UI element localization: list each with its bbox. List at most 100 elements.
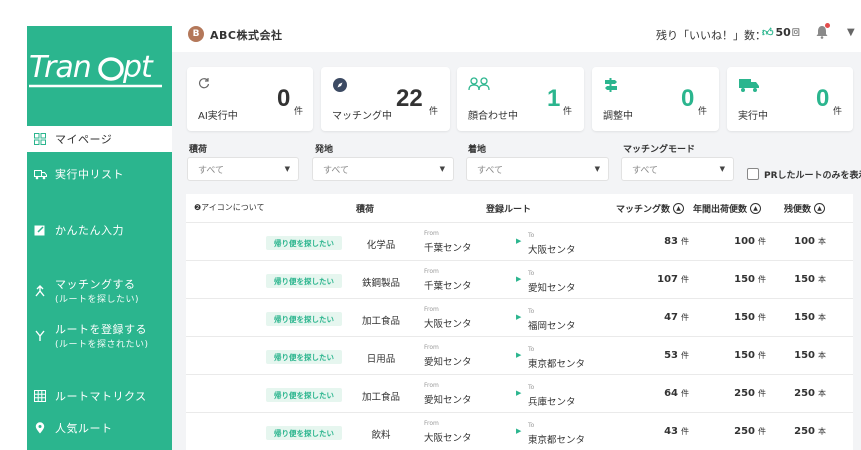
to-label: To (528, 422, 535, 429)
status-card-unit: 件 (833, 107, 843, 117)
column-header-label: マッチング数 (616, 205, 671, 215)
from-label: From (424, 382, 439, 389)
column-header-label: 残便数 (784, 205, 812, 215)
grid-icon (31, 133, 49, 145)
status-card-value: 22 (396, 85, 423, 112)
remaining-count-unit: 本 (818, 275, 826, 284)
remaining-count: 150 本 (776, 350, 826, 361)
filter-select-destination[interactable]: すべて ▼ (466, 157, 609, 181)
sidebar-item-text: ルートを登録する (ルートを探されたい) (55, 321, 149, 350)
annual-count-unit: 件 (758, 427, 766, 436)
pin-icon (31, 422, 49, 434)
status-card-executing[interactable]: 実行中 0 件 (727, 67, 853, 131)
sidebar: Tran pt マイページ 実行中リスト かんたん入力 マッチングする (ルート… (27, 26, 172, 450)
tranopt-logo: Tran pt (27, 40, 172, 104)
cargo-cell: 加工食品 (361, 316, 400, 327)
chevron-down-icon[interactable]: ▼ (847, 27, 855, 38)
table-row[interactable]: 帰り便を探したい 日用品 From 愛知センタ ▶ To 東京都センタ 53 件 … (186, 336, 853, 374)
to-value: 東京都センタ (528, 435, 586, 446)
svg-text:pt: pt (122, 50, 154, 85)
remaining-count-value: 150 (794, 312, 815, 323)
remaining-count-value: 150 (794, 274, 815, 285)
matching-count-value: 107 (657, 274, 678, 285)
status-card-adjusting[interactable]: 調整中 0 件 (592, 67, 719, 131)
arrow-right-icon: ▶ (516, 351, 522, 359)
filter-select-value: すべて (632, 165, 659, 176)
likes-remaining-count: 👍︎ 50 回 (762, 26, 800, 39)
sidebar-item-matching[interactable]: マッチングする (ルートを探したい) (27, 276, 172, 305)
table-row[interactable]: 帰り便を探したい 化学品 From 千葉センタ ▶ To 大阪センタ 83 件 1… (186, 222, 853, 260)
matching-count-unit: 件 (681, 275, 689, 284)
status-card-matching[interactable]: マッチング中 22 件 (321, 67, 450, 131)
caret-down-icon: ▼ (284, 165, 290, 173)
matching-count-unit: 件 (681, 351, 689, 360)
icon-help-link[interactable]: ❷アイコンについて (194, 202, 265, 213)
table-row[interactable]: 帰り便を探したい 加工食品 From 愛知センタ ▶ To 兵庫センタ 64 件 … (186, 374, 853, 412)
filter-select-cargo[interactable]: すべて ▼ (187, 157, 299, 181)
column-header-annual[interactable]: 年間出荷便数 ▲ (693, 202, 762, 215)
cargo-cell: 日用品 (366, 354, 396, 365)
arrow-right-icon: ▶ (516, 237, 522, 245)
matching-count: 64 件 (641, 388, 689, 399)
remaining-count: 150 本 (776, 312, 826, 323)
to-label: To (528, 384, 535, 391)
sidebar-item-easy-input[interactable]: かんたん入力 (27, 222, 172, 238)
matching-count-unit: 件 (681, 389, 689, 398)
table-row[interactable]: 帰り便を探したい 飲料 From 大阪センタ ▶ To 東京都センタ 43 件 2… (186, 412, 853, 450)
status-card-meeting[interactable]: 顔合わせ中 1 件 (457, 67, 584, 131)
return-trip-tag: 帰り便を探したい (266, 236, 342, 250)
status-card-ai-running[interactable]: AI実行中 0 件 (187, 67, 313, 131)
filter-select-matching-mode[interactable]: すべて ▼ (621, 157, 734, 181)
match-icon (31, 284, 49, 297)
filter-label-origin: 発地 (315, 145, 334, 155)
sidebar-item-label: ルートを登録する (55, 323, 147, 336)
from-value: 愛知センタ (424, 357, 472, 368)
annual-count-value: 250 (734, 426, 755, 437)
status-card-unit: 件 (563, 107, 573, 117)
return-trip-tag: 帰り便を探したい (266, 426, 342, 440)
filter-label-matching-mode: マッチングモード (623, 145, 696, 155)
annual-count: 150 件 (716, 274, 766, 285)
status-card-label: 調整中 (603, 111, 633, 122)
table-row[interactable]: 帰り便を探したい 加工食品 From 大阪センタ ▶ To 福岡センタ 47 件 … (186, 298, 853, 336)
sidebar-item-route-matrix[interactable]: ルートマトリクス (27, 388, 172, 404)
annual-count-unit: 件 (758, 351, 766, 360)
sidebar-item-sublabel: (ルートを探されたい) (55, 340, 149, 350)
from-value: 千葉センタ (424, 243, 472, 254)
sidebar-item-mypage[interactable]: マイページ (27, 126, 172, 152)
sort-icon[interactable]: ▲ (673, 203, 685, 214)
annual-count-unit: 件 (758, 275, 766, 284)
remaining-count-value: 100 (794, 236, 815, 247)
status-card-label: マッチング中 (332, 111, 392, 122)
return-trip-tag: 帰り便を探したい (266, 312, 342, 326)
sort-icon[interactable]: ▲ (750, 203, 762, 214)
sidebar-item-label: マッチングする (55, 278, 136, 291)
status-card-value: 0 (681, 85, 695, 112)
cargo-cell: 飲料 (371, 430, 391, 441)
arrow-right-icon: ▶ (516, 389, 522, 397)
column-header-route: 登録ルート (486, 205, 532, 215)
sidebar-item-popular-routes[interactable]: 人気ルート (27, 420, 172, 436)
column-header-matching[interactable]: マッチング数 ▲ (616, 202, 685, 215)
filter-select-value: すべて (477, 165, 504, 176)
return-trip-tag: 帰り便を探したい (266, 274, 342, 288)
table-row[interactable]: 帰り便を探したい 鉄鋼製品 From 千葉センタ ▶ To 愛知センタ 107 件… (186, 260, 853, 298)
remaining-count-unit: 本 (818, 237, 826, 246)
sidebar-item-text: マッチングする (ルートを探したい) (55, 276, 139, 305)
annual-count-value: 250 (734, 388, 755, 399)
pr-only-checkbox[interactable] (747, 168, 759, 180)
sort-icon[interactable]: ▲ (814, 203, 826, 214)
arrow-right-icon: ▶ (516, 275, 522, 283)
column-header-remaining[interactable]: 残便数 ▲ (784, 202, 826, 215)
column-header-cargo: 積荷 (356, 205, 375, 215)
matching-count: 53 件 (641, 350, 689, 361)
column-header-label: 年間出荷便数 (693, 205, 748, 215)
sidebar-item-running-list[interactable]: 実行中リスト (27, 166, 172, 182)
likes-remaining-label: 残り「いいね！」数： (656, 29, 766, 42)
sidebar-item-register-route[interactable]: ルートを登録する (ルートを探されたい) (27, 321, 172, 350)
likes-count-value: 50 (775, 26, 791, 39)
sidebar-item-label: 実行中リスト (55, 168, 124, 181)
filter-select-origin[interactable]: すべて ▼ (312, 157, 454, 181)
status-card-unit: 件 (294, 107, 304, 117)
annual-count: 150 件 (716, 350, 766, 361)
